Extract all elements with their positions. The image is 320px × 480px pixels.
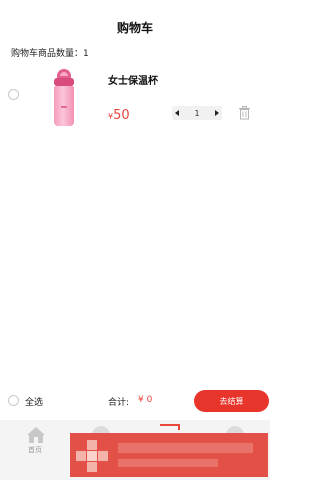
total-value: ¥ 0 bbox=[138, 395, 153, 405]
product-price: ¥50 bbox=[108, 104, 130, 123]
item-select-radio[interactable] bbox=[8, 89, 19, 100]
checkout-bar: 全选 合计: ¥ 0 去结算 bbox=[0, 388, 270, 416]
product-name[interactable]: 女士保温杯 bbox=[108, 72, 158, 87]
price-value: 50 bbox=[113, 108, 130, 123]
promo-banner[interactable] bbox=[70, 433, 268, 477]
select-all-label[interactable]: 全选 bbox=[25, 395, 43, 408]
decrease-quantity-icon[interactable] bbox=[175, 110, 179, 116]
page-title: 购物车 bbox=[116, 21, 153, 35]
cart-item-count: 购物车商品数量：1 bbox=[11, 46, 89, 59]
promo-logo-icon bbox=[76, 440, 108, 472]
thermos-bottle-image[interactable] bbox=[44, 66, 84, 130]
quantity-value[interactable]: 1 bbox=[194, 109, 199, 118]
cart-item: 女士保温杯 ¥50 1 bbox=[0, 62, 270, 132]
cart-count-value: 1 bbox=[83, 49, 89, 59]
increase-quantity-icon[interactable] bbox=[215, 110, 219, 116]
total-label: 合计: bbox=[108, 398, 130, 408]
tab-home-label: 首页 bbox=[28, 446, 42, 454]
quantity-stepper: 1 bbox=[172, 106, 222, 120]
cart-tab-icon[interactable] bbox=[160, 424, 180, 430]
promo-text-bar bbox=[118, 443, 253, 453]
promo-text-bar bbox=[118, 459, 218, 467]
cart-count-label: 购物车商品数量： bbox=[11, 49, 84, 59]
select-all-radio[interactable] bbox=[8, 395, 19, 406]
checkout-button[interactable]: 去结算 bbox=[194, 390, 269, 412]
tab-home[interactable]: 首页 bbox=[10, 420, 60, 460]
home-icon bbox=[27, 427, 45, 443]
trash-icon[interactable] bbox=[238, 106, 251, 120]
